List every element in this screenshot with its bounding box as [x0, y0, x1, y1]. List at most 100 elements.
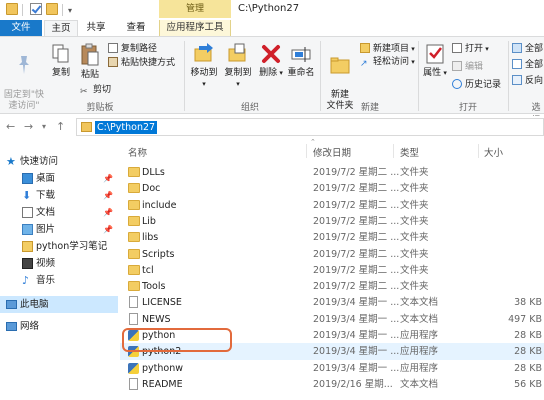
copy-button[interactable]: 复制	[48, 43, 74, 79]
file-modified: 2019/7/2 星期二 ...	[313, 215, 400, 227]
easy-access-button[interactable]: ↗ 轻松访问 ▾	[360, 57, 415, 69]
address-bar[interactable]: C:\Python27	[76, 118, 544, 136]
column-header-name[interactable]: 名称	[128, 145, 147, 159]
select-all-button[interactable]: 全部	[512, 43, 543, 55]
select-none-button[interactable]: 全部	[512, 59, 543, 71]
up-arrow-icon[interactable]: ↑	[56, 120, 65, 133]
table-row[interactable]: tcl 2019/7/2 星期二 ... 文件夹	[120, 262, 544, 279]
nav-network[interactable]: 网络	[0, 318, 118, 335]
copy-to-button[interactable]: 复制到 ▾	[222, 43, 254, 90]
file-name: Scripts	[142, 248, 175, 260]
nav-item-desktop[interactable]: 桌面 📌	[0, 170, 118, 187]
table-row[interactable]: Tools 2019/7/2 星期二 ... 文件夹	[120, 278, 544, 295]
cut-button[interactable]: ✂ 剪切	[80, 85, 111, 97]
column-header-size[interactable]: 大小	[484, 145, 503, 159]
column-header-type[interactable]: 类型	[400, 145, 419, 159]
history-button[interactable]: 历史记录	[452, 79, 501, 91]
tab-file[interactable]: 文件	[0, 20, 42, 36]
nav-item-videos[interactable]: 视频	[0, 255, 118, 272]
nav-item-downloads[interactable]: ⬇ 下载 📌	[0, 187, 118, 204]
customize-toolbar-chevron-icon[interactable]: ▾	[68, 6, 72, 15]
table-row[interactable]: NEWS 2019/3/4 星期一 ... 文本文档 497 KB	[120, 311, 544, 328]
highlight-annotation	[122, 328, 232, 352]
folder-icon	[128, 264, 140, 275]
file-type: 应用程序	[400, 346, 439, 358]
manage-contextual-tab[interactable]: 管理	[159, 0, 231, 18]
table-row[interactable]: Doc 2019/7/2 星期二 ... 文件夹	[120, 180, 544, 197]
file-size: 38 KB	[514, 297, 542, 309]
file-size: 56 KB	[514, 378, 542, 390]
new-folder-icon[interactable]	[46, 3, 58, 15]
file-type: 文件夹	[400, 199, 429, 211]
recent-locations-chevron-icon[interactable]: ▾	[42, 122, 46, 131]
file-type: 文本文档	[400, 297, 439, 309]
star-icon: ★	[6, 155, 16, 168]
file-name: NEWS	[142, 313, 171, 325]
column-separator[interactable]	[306, 144, 307, 158]
video-icon	[22, 258, 33, 269]
nav-quick-access[interactable]: ★ 快速访问	[0, 153, 118, 170]
open-button[interactable]: 打开 ▾	[452, 43, 489, 55]
table-row[interactable]: Scripts 2019/7/2 星期二 ... 文件夹	[120, 246, 544, 263]
address-path[interactable]: C:\Python27	[95, 121, 158, 134]
pin-quick-access-button[interactable]: 固定到"快 速访问"	[2, 43, 46, 112]
back-arrow-icon[interactable]: ←	[6, 120, 15, 133]
edit-button[interactable]: 编辑	[452, 61, 483, 73]
file-type: 文本文档	[400, 378, 439, 390]
file-modified: 2019/7/2 星期二 ...	[313, 248, 400, 260]
pin-icon[interactable]: 📌	[103, 221, 113, 238]
file-name: include	[142, 199, 177, 211]
column-separator[interactable]	[478, 144, 479, 158]
nav-item-pictures[interactable]: 图片 📌	[0, 221, 118, 238]
window-title: C:\Python27	[238, 3, 300, 14]
forward-arrow-icon[interactable]: →	[24, 120, 33, 133]
nav-item-python-notes[interactable]: python学习笔记	[0, 238, 118, 255]
file-type: 文件夹	[400, 167, 429, 178]
paste-button[interactable]: 粘贴	[76, 43, 104, 81]
nav-item-music[interactable]: ♪ 音乐	[0, 272, 118, 289]
move-to-icon	[194, 43, 213, 62]
group-separator	[184, 41, 185, 111]
tab-home[interactable]: 主页	[44, 20, 78, 36]
pin-icon[interactable]: 📌	[103, 204, 113, 221]
properties-button[interactable]: 属性 ▾	[422, 43, 448, 79]
tab-share[interactable]: 共享	[82, 20, 110, 36]
move-to-button[interactable]: 移动到 ▾	[188, 43, 220, 90]
folder-icon	[128, 215, 140, 226]
invert-selection-icon	[512, 75, 522, 85]
nav-this-pc[interactable]: 此电脑	[0, 296, 118, 313]
file-modified: 2019/7/2 星期二 ...	[313, 199, 400, 211]
delete-button[interactable]: 删除 ▾	[258, 43, 284, 79]
copy-path-icon	[108, 43, 118, 53]
column-separator[interactable]	[393, 144, 394, 158]
rename-button[interactable]: 重命名	[286, 43, 316, 79]
pin-icon[interactable]: 📌	[103, 170, 113, 187]
ribbon-tabs: 文件 主页 共享 查看 应用程序工具	[0, 20, 544, 36]
table-row[interactable]: README 2019/2/16 星期... 文本文档 56 KB	[120, 376, 544, 393]
paste-shortcut-button[interactable]: 粘贴快捷方式	[108, 57, 175, 69]
open-icon	[452, 43, 462, 53]
file-name: Lib	[142, 215, 156, 227]
file-type: 文件夹	[400, 264, 429, 276]
table-row[interactable]: Lib 2019/7/2 星期二 ... 文件夹	[120, 213, 544, 230]
file-modified: 2019/3/4 星期一 ...	[313, 330, 400, 341]
tab-app-tools[interactable]: 应用程序工具	[159, 20, 231, 36]
invert-selection-button[interactable]: 反向	[512, 75, 543, 87]
file-name: pythonw	[142, 362, 184, 374]
new-item-button[interactable]: 新建项目 ▾	[360, 43, 415, 55]
table-row[interactable]: include 2019/7/2 星期二 ... 文件夹	[120, 197, 544, 214]
properties-check-icon[interactable]	[30, 3, 42, 15]
tab-view[interactable]: 查看	[122, 20, 150, 36]
organize-group-label: 组织	[240, 103, 259, 113]
nav-item-documents[interactable]: 文档 📌	[0, 204, 118, 221]
folder-icon	[128, 248, 140, 259]
folder-icon[interactable]	[6, 3, 18, 15]
easy-access-icon: ↗	[360, 59, 368, 69]
table-row[interactable]: libs 2019/7/2 星期二 ... 文件夹	[120, 229, 544, 246]
table-row[interactable]: LICENSE 2019/3/4 星期一 ... 文本文档 38 KB	[120, 294, 544, 311]
copy-path-button[interactable]: 复制路径	[108, 43, 157, 55]
table-row[interactable]: DLLs 2019/7/2 星期二 ... 文件夹	[120, 164, 544, 181]
pin-icon[interactable]: 📌	[103, 187, 113, 204]
table-row[interactable]: pythonw 2019/3/4 星期一 ... 应用程序 28 KB	[120, 360, 544, 377]
column-header-modified[interactable]: 修改日期	[313, 145, 351, 159]
